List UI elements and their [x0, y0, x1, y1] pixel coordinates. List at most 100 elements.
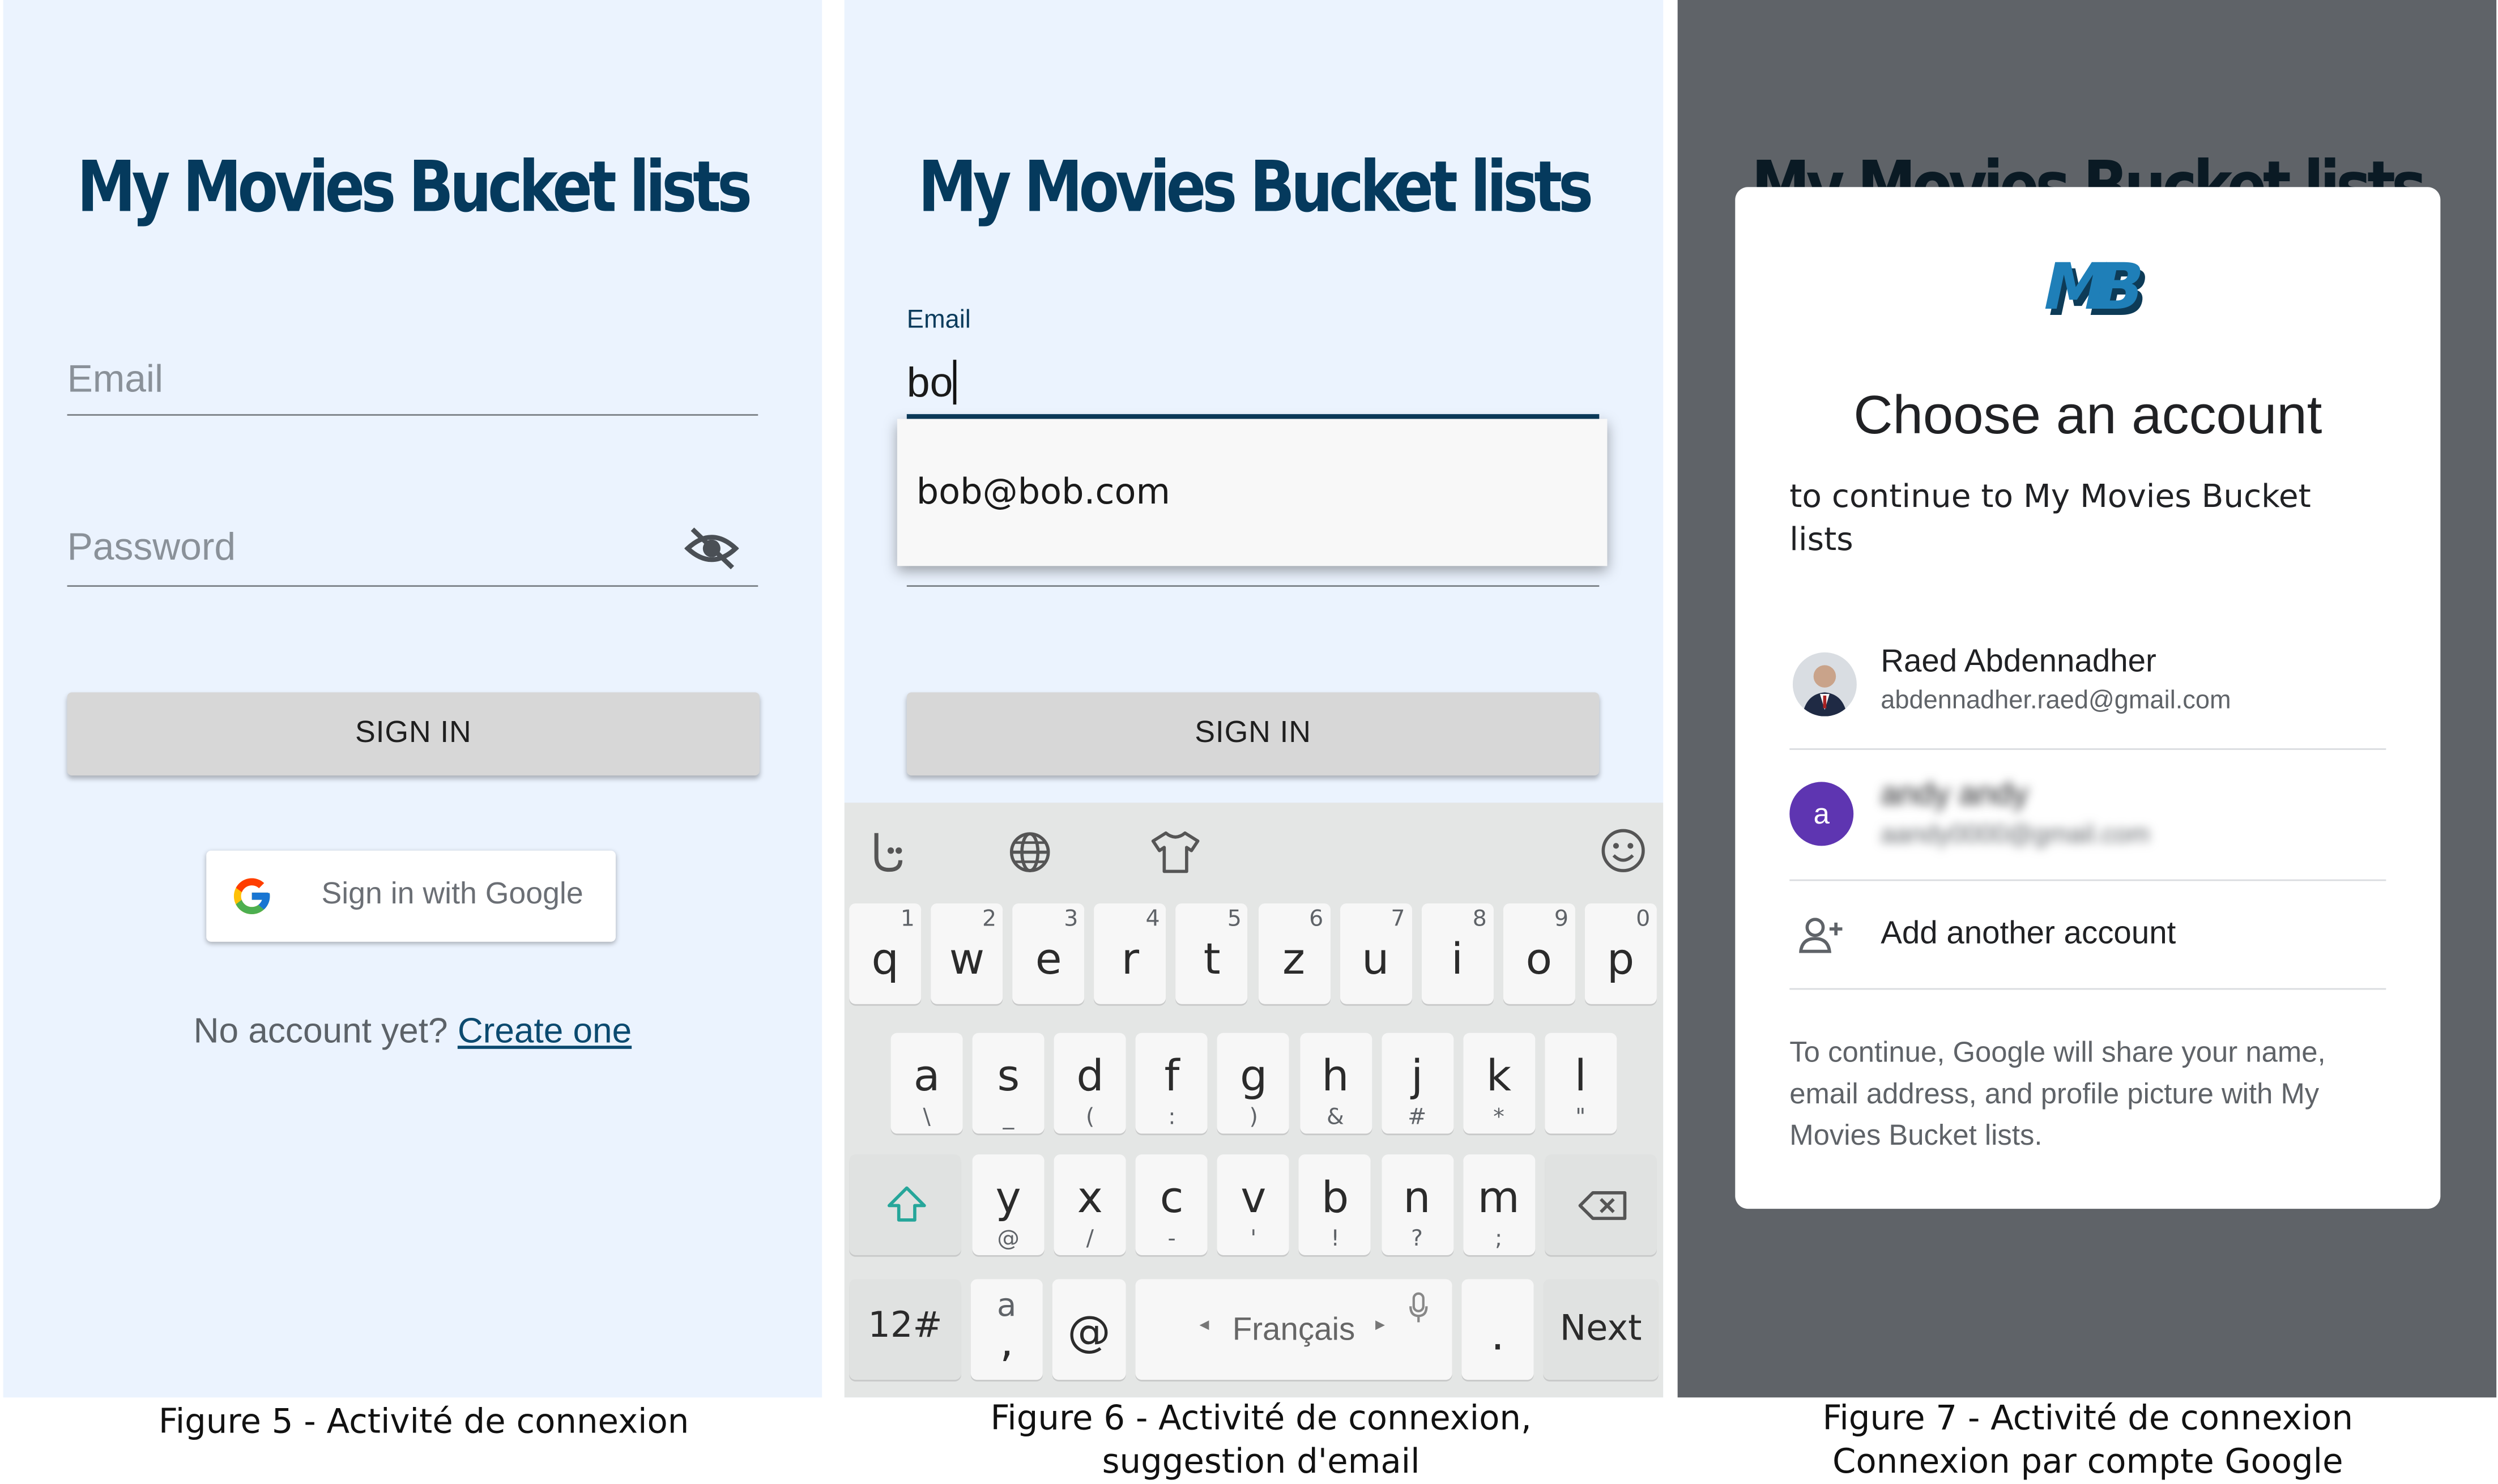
- key-hint: (: [1085, 1105, 1095, 1131]
- email-field[interactable]: Email: [67, 358, 163, 403]
- key-a[interactable]: \ a: [890, 1033, 963, 1134]
- figure-7-caption: Figure 7 - Activité de connexion Connexi…: [1678, 1397, 2498, 1483]
- email-floating-label: Email: [906, 306, 971, 334]
- key-hint: \: [923, 1105, 931, 1131]
- suggestion-popup: bob@bob.com: [897, 419, 1608, 566]
- key-l[interactable]: " l: [1544, 1033, 1617, 1134]
- key-t[interactable]: 5t: [1176, 903, 1248, 1004]
- key-f[interactable]: :f: [1136, 1033, 1208, 1134]
- key-c[interactable]: -c: [1136, 1154, 1208, 1255]
- theme-shirt-icon[interactable]: [1150, 830, 1201, 881]
- key-z[interactable]: 6z: [1257, 903, 1330, 1004]
- key-w[interactable]: 2w: [931, 903, 1003, 1004]
- google-sign-in-label: Sign in with Google: [321, 877, 583, 912]
- key-label: r: [1121, 935, 1140, 985]
- add-another-account-label: Add another account: [1881, 916, 2176, 952]
- key-s[interactable]: _ s: [972, 1033, 1045, 1134]
- key-m[interactable]: ; m: [1463, 1154, 1535, 1255]
- key-hint: :: [1168, 1105, 1176, 1131]
- key-hint: @: [997, 1226, 1020, 1252]
- key-x[interactable]: / x: [1054, 1154, 1126, 1255]
- no-account-text: No account yet?: [193, 1010, 448, 1051]
- next-key[interactable]: Next: [1543, 1279, 1659, 1380]
- avatar: [1792, 652, 1857, 717]
- account-chooser-dialog: MB MB Choose an account to continue to M…: [1735, 187, 2441, 1209]
- key-hint: 9: [1554, 906, 1569, 932]
- key-label: z: [1282, 935, 1306, 985]
- key-hint: !: [1331, 1226, 1340, 1252]
- shift-key[interactable]: [849, 1154, 961, 1255]
- key-q[interactable]: 1q: [849, 903, 922, 1004]
- numbers-key[interactable]: 12#: [849, 1279, 961, 1380]
- gesture-typing-icon[interactable]: [860, 828, 909, 882]
- space-key[interactable]: ◂ Français ▸: [1135, 1279, 1452, 1380]
- key-label: h: [1322, 1052, 1349, 1102]
- globe-icon[interactable]: [1008, 830, 1052, 881]
- suggestion-item[interactable]: bob@bob.com: [916, 474, 1170, 514]
- space-key-language: Français: [1232, 1312, 1355, 1348]
- key-n[interactable]: ? n: [1380, 1154, 1453, 1255]
- caption-line: Connexion par compte Google: [1832, 1442, 2343, 1481]
- key-u[interactable]: 7u: [1339, 903, 1412, 1004]
- next-key-label: Next: [1559, 1309, 1642, 1350]
- key-y[interactable]: @ y: [972, 1154, 1045, 1255]
- account-name: Raed Abdennadher: [1881, 644, 2156, 680]
- comma-key[interactable]: a ,: [970, 1279, 1043, 1380]
- key-label: f: [1164, 1052, 1180, 1102]
- key-p[interactable]: 0p: [1584, 903, 1657, 1004]
- key-hint: #: [1408, 1105, 1427, 1131]
- password-underline: [67, 585, 758, 587]
- figure-5-caption: Figure 5 - Activité de connexion: [3, 1401, 845, 1444]
- key-label: v: [1241, 1174, 1267, 1223]
- key-g[interactable]: ) g: [1217, 1033, 1290, 1134]
- key-hint: ': [1250, 1226, 1257, 1252]
- avatar: a: [1789, 782, 1854, 846]
- key-o[interactable]: 9o: [1503, 903, 1575, 1004]
- account-email-blurred: aandy0000@gmail.com: [1881, 821, 2150, 849]
- account-row-raed[interactable]: Raed Abdennadher abdennadher.raed@gmail.…: [1735, 630, 2440, 745]
- microphone-icon: [1409, 1292, 1428, 1323]
- caption-line: suggestion d'email: [1102, 1442, 1420, 1481]
- key-e[interactable]: 3e: [1012, 903, 1085, 1004]
- period-key[interactable]: .: [1461, 1279, 1534, 1380]
- google-g-icon: [231, 875, 274, 918]
- key-label: p: [1606, 935, 1635, 985]
- email-input[interactable]: bo: [907, 358, 957, 408]
- key-label: x: [1077, 1174, 1103, 1223]
- login-screen: My Movies Bucket lists Email Password SI…: [3, 0, 822, 1398]
- app-title: My Movies Bucket lists: [918, 147, 1593, 229]
- key-label: k: [1486, 1052, 1512, 1102]
- emoji-icon[interactable]: [1599, 826, 1647, 881]
- key-d[interactable]: (d: [1054, 1033, 1127, 1134]
- key-h[interactable]: & h: [1299, 1033, 1371, 1134]
- create-account-link[interactable]: Create one: [458, 1010, 632, 1051]
- add-another-account-row[interactable]: Add another account: [1735, 890, 2440, 990]
- add-person-icon: [1798, 916, 1844, 961]
- numbers-key-label: 12#: [868, 1306, 943, 1346]
- google-sign-in-button[interactable]: Sign in with Google: [206, 850, 616, 942]
- comma-key-label: ,: [1000, 1317, 1014, 1367]
- at-key[interactable]: @: [1052, 1279, 1126, 1380]
- key-hint: ": [1575, 1105, 1586, 1131]
- key-r[interactable]: 4r: [1094, 903, 1167, 1004]
- backspace-key[interactable]: [1545, 1154, 1657, 1255]
- figure-6-caption: Figure 6 - Activité de connexion, sugges…: [845, 1397, 1678, 1483]
- text-cursor: [953, 360, 957, 405]
- sign-in-button[interactable]: SIGN IN: [67, 692, 760, 776]
- visibility-off-icon[interactable]: [684, 524, 739, 573]
- app-title: My Movies Bucket lists: [76, 147, 752, 229]
- divider: [1789, 879, 2386, 881]
- key-hint: 6: [1309, 906, 1324, 932]
- key-i[interactable]: 8i: [1421, 903, 1494, 1004]
- key-label: m: [1477, 1174, 1520, 1223]
- key-label: t: [1203, 935, 1221, 985]
- key-j[interactable]: # j: [1381, 1033, 1453, 1134]
- key-k[interactable]: * k: [1463, 1033, 1535, 1134]
- password-field[interactable]: Password: [67, 526, 236, 571]
- key-v[interactable]: ' v: [1217, 1154, 1290, 1255]
- account-row-andy[interactable]: a andy andy aandy0000@gmail.com: [1735, 758, 2440, 880]
- caption-line: Figure 7 - Activité de connexion: [1822, 1399, 2354, 1438]
- sign-in-button[interactable]: SIGN IN: [906, 692, 1600, 776]
- key-b[interactable]: ! b: [1299, 1154, 1371, 1255]
- language-right-arrow-icon: ▸: [1375, 1312, 1386, 1336]
